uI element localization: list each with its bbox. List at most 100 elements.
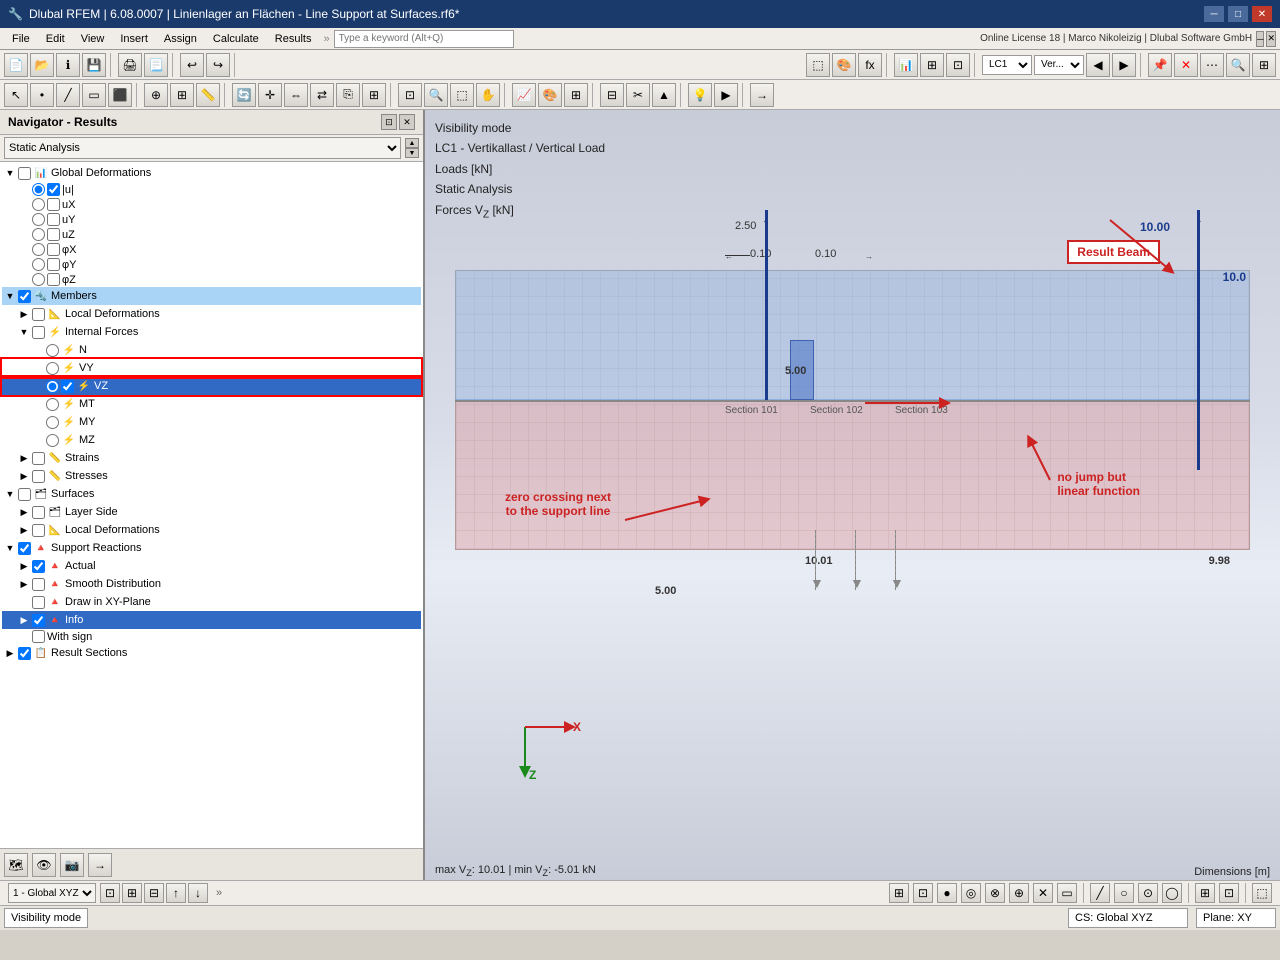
pan-btn[interactable]: ✋ bbox=[476, 83, 500, 107]
cb-result-sections[interactable] bbox=[18, 647, 31, 660]
wire-btn[interactable]: ⊞ bbox=[564, 83, 588, 107]
cb-surfaces[interactable] bbox=[18, 488, 31, 501]
section-btn[interactable]: ⊟ bbox=[600, 83, 624, 107]
cb-strains[interactable] bbox=[32, 452, 45, 465]
menu-assign[interactable]: Assign bbox=[156, 31, 205, 47]
radio-phix[interactable] bbox=[32, 243, 45, 256]
array-btn[interactable]: ⊞ bbox=[362, 83, 386, 107]
ver-combo[interactable]: Ver... bbox=[1034, 55, 1084, 75]
vt-btn3[interactable]: ● bbox=[937, 883, 957, 903]
info-btn[interactable]: ℹ bbox=[56, 53, 80, 77]
radio-absu[interactable] bbox=[32, 183, 45, 196]
grid-btn[interactable]: ⊞ bbox=[1252, 53, 1276, 77]
nav-tb-display[interactable]: 👁 bbox=[32, 853, 56, 877]
tree-phiy[interactable]: φY bbox=[2, 257, 421, 272]
zoom-in-btn[interactable]: 🔍 bbox=[424, 83, 448, 107]
vt-btn12[interactable]: ◯ bbox=[1162, 883, 1182, 903]
node-btn[interactable]: • bbox=[30, 83, 54, 107]
tree-uy[interactable]: uY bbox=[2, 212, 421, 227]
cb-info[interactable] bbox=[32, 614, 45, 627]
license-min-btn[interactable]: ─ bbox=[1256, 31, 1264, 47]
nav-filter-select[interactable]: Static Analysis bbox=[4, 137, 401, 159]
cb-phix[interactable] bbox=[47, 243, 60, 256]
tree-n[interactable]: ⚡ N bbox=[2, 341, 421, 359]
redo-btn[interactable]: ↪ bbox=[206, 53, 230, 77]
tree-layer-side[interactable]: ▶ 🗂 Layer Side bbox=[2, 503, 421, 521]
vt-btn11[interactable]: ⊙ bbox=[1138, 883, 1158, 903]
expand-actual[interactable]: ▶ bbox=[18, 560, 30, 572]
tree-uz[interactable]: uZ bbox=[2, 227, 421, 242]
radio-phiy[interactable] bbox=[32, 258, 45, 271]
cb-internal-forces[interactable] bbox=[32, 326, 45, 339]
tree-support-reactions[interactable]: ▼ 🔺 Support Reactions bbox=[2, 539, 421, 557]
cb-support-react[interactable] bbox=[18, 542, 31, 555]
print-btn[interactable]: 🖨 bbox=[118, 53, 142, 77]
pin-btn[interactable]: 📌 bbox=[1148, 53, 1172, 77]
radio-my[interactable] bbox=[46, 416, 59, 429]
radio-uy[interactable] bbox=[32, 213, 45, 226]
tree-global-deformations[interactable]: ▼ 📊 Global Deformations bbox=[2, 164, 421, 182]
menu-insert[interactable]: Insert bbox=[112, 31, 156, 47]
tree-info[interactable]: ▶ 🔺 Info bbox=[2, 611, 421, 629]
radio-mt[interactable] bbox=[46, 398, 59, 411]
sb-btn5[interactable]: ↓ bbox=[188, 883, 208, 903]
tree-members[interactable]: ▼ 🔩 Members bbox=[2, 287, 421, 305]
undo-btn[interactable]: ↩ bbox=[180, 53, 204, 77]
vt-btn6[interactable]: ⊕ bbox=[1009, 883, 1029, 903]
cb-actual[interactable] bbox=[32, 560, 45, 573]
license-close-btn[interactable]: ✕ bbox=[1266, 31, 1276, 47]
print2-btn[interactable]: 📃 bbox=[144, 53, 168, 77]
vt-btn2[interactable]: ⊡ bbox=[913, 883, 933, 903]
tree-internal-forces[interactable]: ▼ ⚡ Internal Forces bbox=[2, 323, 421, 341]
menu-file[interactable]: File bbox=[4, 31, 38, 47]
expand-local-def2[interactable]: ▶ bbox=[18, 524, 30, 536]
vt-btn15[interactable]: ⬚ bbox=[1252, 883, 1272, 903]
sb-btn2[interactable]: ⊞ bbox=[122, 883, 142, 903]
zoom-fit-btn[interactable]: ⊡ bbox=[398, 83, 422, 107]
radio-uz[interactable] bbox=[32, 228, 45, 241]
surf-btn[interactable]: ▭ bbox=[82, 83, 106, 107]
tree-phiz[interactable]: φZ bbox=[2, 272, 421, 287]
vt-btn10[interactable]: ○ bbox=[1114, 883, 1134, 903]
cb-local-def[interactable] bbox=[32, 308, 45, 321]
cb-draw-xy[interactable] bbox=[32, 596, 45, 609]
tree-draw-xy[interactable]: 🔺 Draw in XY-Plane bbox=[2, 593, 421, 611]
right-btn[interactable]: → bbox=[750, 83, 774, 107]
tree-mt[interactable]: ⚡ MT bbox=[2, 395, 421, 413]
coord-system-select[interactable]: 1 - Global XYZ bbox=[8, 883, 96, 903]
expand-info[interactable]: ▶ bbox=[18, 614, 30, 626]
menu-calculate[interactable]: Calculate bbox=[205, 31, 267, 47]
tree-absu[interactable]: |u| bbox=[2, 182, 421, 197]
anim-btn[interactable]: ▶ bbox=[714, 83, 738, 107]
sb-btn3[interactable]: ⊟ bbox=[144, 883, 164, 903]
sb-btn4[interactable]: ↑ bbox=[166, 883, 186, 903]
radio-vy[interactable] bbox=[46, 362, 59, 375]
cb-members[interactable] bbox=[18, 290, 31, 303]
render-btn[interactable]: 🎨 bbox=[832, 53, 856, 77]
vt-btn1[interactable]: ⊞ bbox=[889, 883, 909, 903]
tree-vz[interactable]: ⚡ VZ bbox=[2, 377, 421, 395]
fx-btn[interactable]: fx bbox=[858, 53, 882, 77]
expand-internal-forces[interactable]: ▼ bbox=[18, 326, 30, 338]
filter-btn[interactable]: ⊡ bbox=[946, 53, 970, 77]
cb-uy[interactable] bbox=[47, 213, 60, 226]
radio-n[interactable] bbox=[46, 344, 59, 357]
minimize-button[interactable]: ─ bbox=[1204, 6, 1224, 22]
move-btn[interactable]: ✛ bbox=[258, 83, 282, 107]
zoom-window-btn[interactable]: ⬚ bbox=[450, 83, 474, 107]
render2-btn[interactable]: 💡 bbox=[688, 83, 712, 107]
tree-local-def2[interactable]: ▶ 📐 Local Deformations bbox=[2, 521, 421, 539]
close-button[interactable]: ✕ bbox=[1252, 6, 1272, 22]
save-btn[interactable]: 💾 bbox=[82, 53, 106, 77]
view3d-btn[interactable]: ⬚ bbox=[806, 53, 830, 77]
color-btn[interactable]: 🎨 bbox=[538, 83, 562, 107]
cb-with-sign[interactable] bbox=[32, 630, 45, 643]
sb-btn1[interactable]: ⊡ bbox=[100, 883, 120, 903]
cb-phiy[interactable] bbox=[47, 258, 60, 271]
tree-ux[interactable]: uX bbox=[2, 197, 421, 212]
expand-local-def[interactable]: ▶ bbox=[18, 308, 30, 320]
nav-arr-down[interactable]: ▼ bbox=[405, 148, 419, 158]
prev-btn[interactable]: ◀ bbox=[1086, 53, 1110, 77]
measure-btn[interactable]: 📏 bbox=[196, 83, 220, 107]
vt-btn14[interactable]: ⊡ bbox=[1219, 883, 1239, 903]
